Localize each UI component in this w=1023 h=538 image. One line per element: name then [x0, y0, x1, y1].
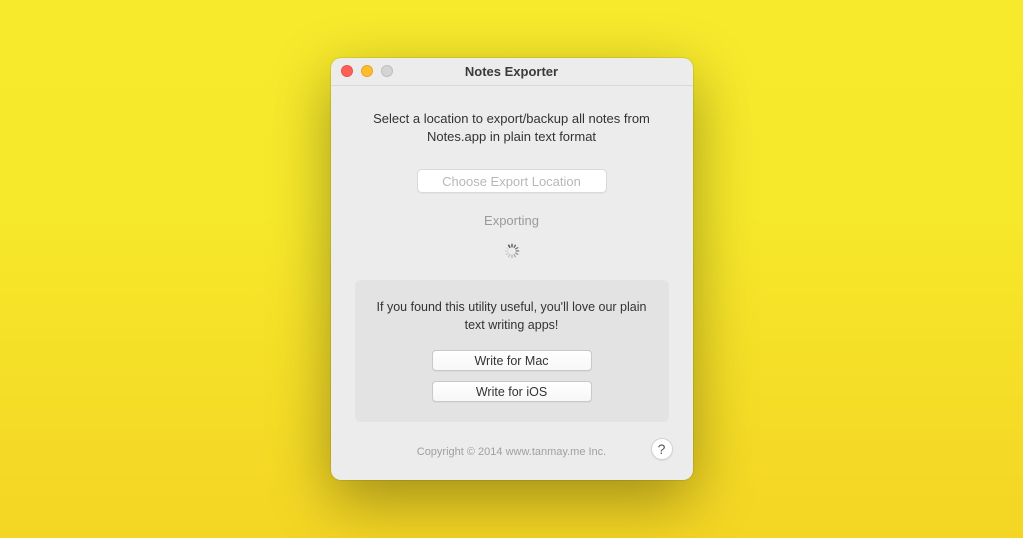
write-for-ios-button[interactable]: Write for iOS — [432, 381, 592, 402]
footer: Copyright © 2014 www.tanmay.me Inc. ? — [355, 440, 669, 464]
spinner-icon — [503, 242, 521, 260]
titlebar: Notes Exporter — [331, 58, 693, 86]
promo-panel: If you found this utility useful, you'll… — [355, 280, 669, 422]
maximize-icon — [381, 65, 393, 77]
minimize-icon[interactable] — [361, 65, 373, 77]
help-button[interactable]: ? — [651, 438, 673, 460]
traffic-lights — [341, 65, 393, 77]
instruction-text: Select a location to export/backup all n… — [355, 110, 669, 148]
close-icon[interactable] — [341, 65, 353, 77]
write-for-mac-button[interactable]: Write for Mac — [432, 350, 592, 371]
status-text: Exporting — [355, 213, 669, 228]
promo-text: If you found this utility useful, you'll… — [373, 298, 651, 334]
app-window: Notes Exporter Select a location to expo… — [331, 58, 693, 481]
choose-export-location-button[interactable]: Choose Export Location — [417, 169, 607, 193]
window-content: Select a location to export/backup all n… — [331, 86, 693, 481]
copyright-text: Copyright © 2014 www.tanmay.me Inc. — [417, 446, 606, 458]
